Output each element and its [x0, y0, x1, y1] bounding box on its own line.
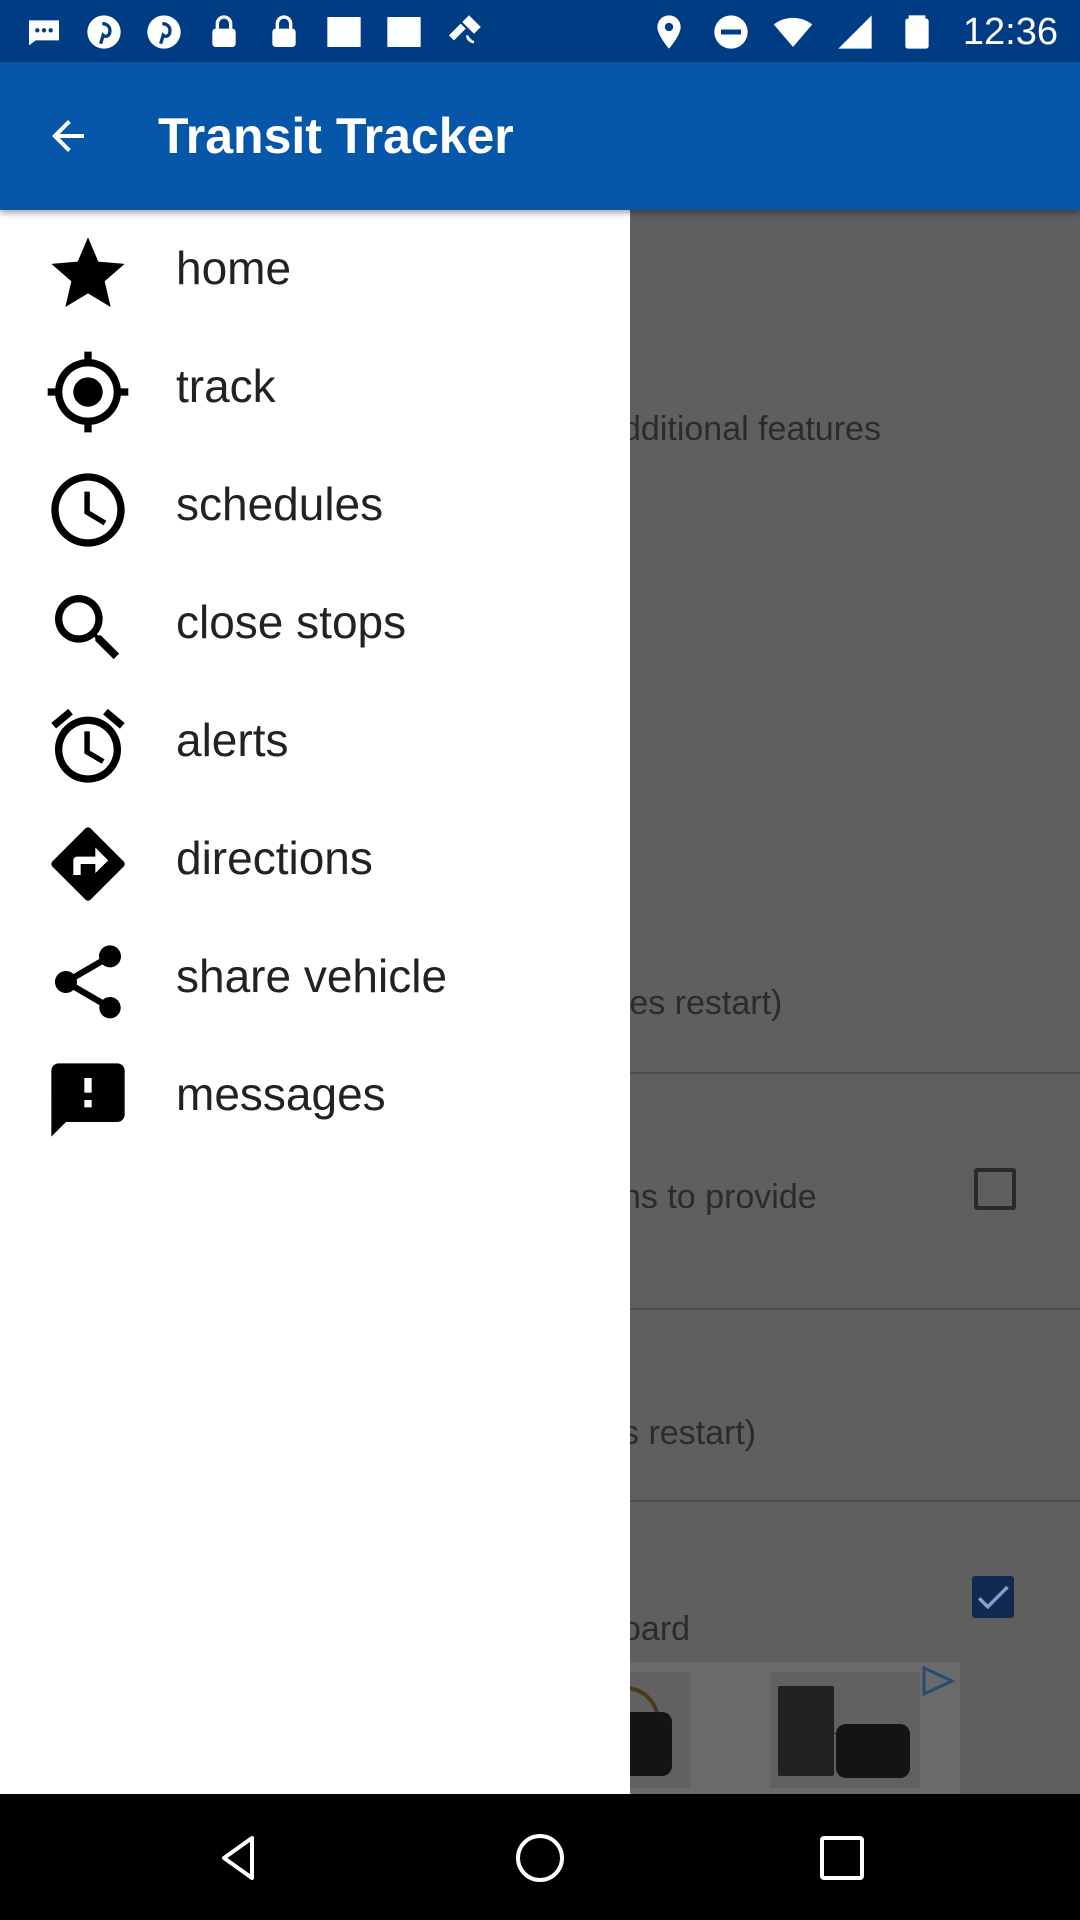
lock-icon	[262, 10, 306, 54]
navigation-drawer: home track schedules close stops alerts …	[0, 210, 630, 1794]
setting-text: s restart)	[622, 1414, 757, 1452]
drawer-item-share-vehicle[interactable]: share vehicle	[0, 918, 630, 1036]
status-bar: 12:36	[0, 0, 1080, 62]
setting-text: ns to provide	[622, 1178, 817, 1216]
drawer-item-schedules[interactable]: schedules	[0, 446, 630, 564]
drawer-item-label: close stops	[176, 596, 407, 648]
directions-icon	[44, 820, 132, 908]
system-nav-bar	[0, 1794, 1080, 1920]
crosshair-icon	[44, 348, 132, 436]
ad-product-image: CHANEL	[770, 1672, 920, 1788]
setting-text: res restart)	[618, 984, 783, 1022]
setting-checkbox[interactable]	[972, 1576, 1014, 1618]
wifi-icon	[771, 10, 815, 54]
drawer-item-messages[interactable]: messages	[0, 1036, 630, 1154]
feedback-icon	[44, 1056, 132, 1144]
app-title: Transit Tracker	[158, 108, 514, 164]
drawer-item-close-stops[interactable]: close stops	[0, 564, 630, 682]
blank-notification-icon	[382, 10, 426, 54]
lock-icon	[202, 10, 246, 54]
drawer-item-label: schedules	[176, 478, 384, 530]
clock-icon	[44, 466, 132, 554]
drawer-item-label: alerts	[176, 714, 289, 766]
notification-icons	[22, 10, 486, 54]
system-icons: 12:36	[647, 10, 1058, 54]
ad-choices-icon[interactable]	[920, 1665, 956, 1697]
drawer-item-track[interactable]: track	[0, 328, 630, 446]
setting-text: dditional features	[622, 410, 881, 448]
bag-shape	[836, 1724, 910, 1778]
share-icon	[44, 938, 132, 1026]
ad-brand-text: CHANEL	[784, 1722, 837, 1737]
pinterest-icon	[142, 10, 186, 54]
home-circle-icon[interactable]	[508, 1826, 572, 1890]
recents-square-icon[interactable]	[810, 1826, 874, 1890]
fake-gps-icon	[442, 10, 486, 54]
search-icon	[44, 584, 132, 672]
alarm-icon	[44, 702, 132, 790]
drawer-item-label: messages	[176, 1068, 386, 1120]
drawer-item-label: share vehicle	[176, 950, 448, 1002]
back-arrow-icon[interactable]	[38, 106, 98, 166]
setting-text: oard	[622, 1610, 691, 1648]
setting-checkbox[interactable]	[974, 1168, 1016, 1210]
back-triangle-icon[interactable]	[206, 1826, 270, 1890]
checkmark-icon	[977, 1585, 1009, 1610]
battery-icon	[895, 10, 939, 54]
pinterest-icon	[82, 10, 126, 54]
do-not-disturb-icon	[709, 10, 753, 54]
drawer-item-label: directions	[176, 832, 373, 884]
location-icon	[647, 10, 691, 54]
drawer-item-home[interactable]: home	[0, 210, 630, 328]
blank-notification-icon	[322, 10, 366, 54]
drawer-item-directions[interactable]: directions	[0, 800, 630, 918]
drawer-item-alerts[interactable]: alerts	[0, 682, 630, 800]
star-icon	[44, 230, 132, 318]
drawer-item-label: track	[176, 360, 276, 412]
status-time: 12:36	[962, 10, 1058, 53]
drawer-item-label: home	[176, 242, 292, 294]
app-bar: Transit Tracker	[0, 62, 1080, 210]
cell-signal-icon	[833, 10, 877, 54]
messages-icon	[22, 10, 66, 54]
